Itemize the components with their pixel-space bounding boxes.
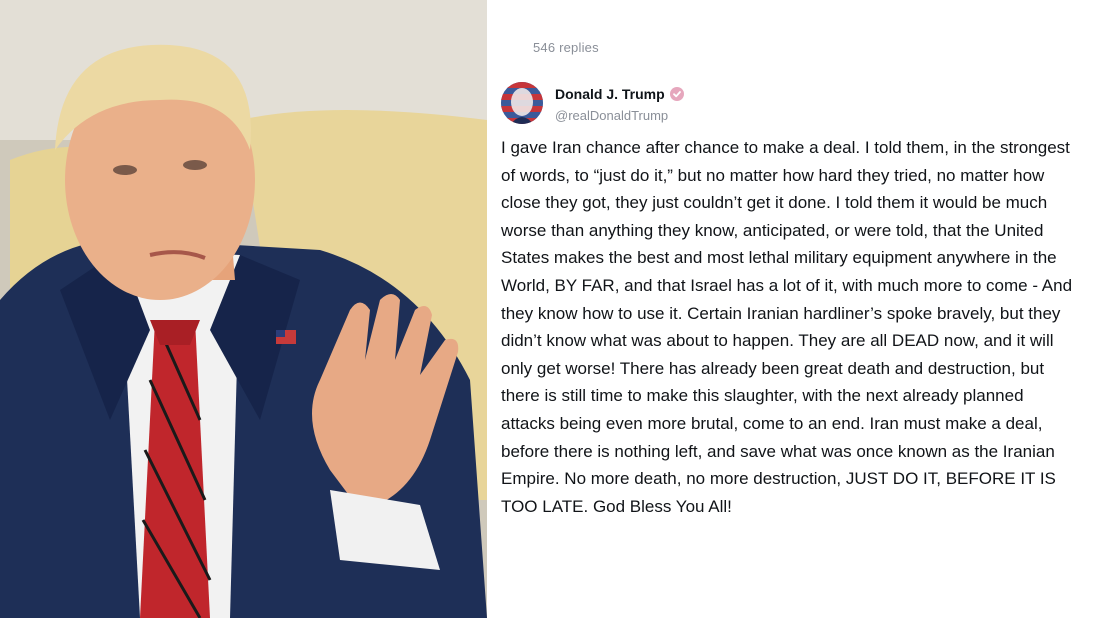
- post-panel: 546 replies Donald J. Trump @realDonaldT…: [487, 0, 1100, 618]
- photo-panel: [0, 0, 487, 618]
- verified-badge-icon: [669, 87, 684, 101]
- author-handle[interactable]: @realDonaldTrump: [555, 108, 668, 123]
- name-row: Donald J. Trump: [555, 86, 684, 102]
- post-body: I gave Iran chance after chance to make …: [501, 138, 1073, 516]
- replies-count[interactable]: 546 replies: [533, 40, 599, 55]
- avatar[interactable]: [501, 82, 543, 124]
- speaker-photo: [0, 0, 487, 618]
- post-author: Donald J. Trump @realDonaldTrump: [501, 82, 1061, 126]
- author-name[interactable]: Donald J. Trump: [555, 86, 665, 102]
- flag-portrait-avatar-icon: [501, 82, 543, 124]
